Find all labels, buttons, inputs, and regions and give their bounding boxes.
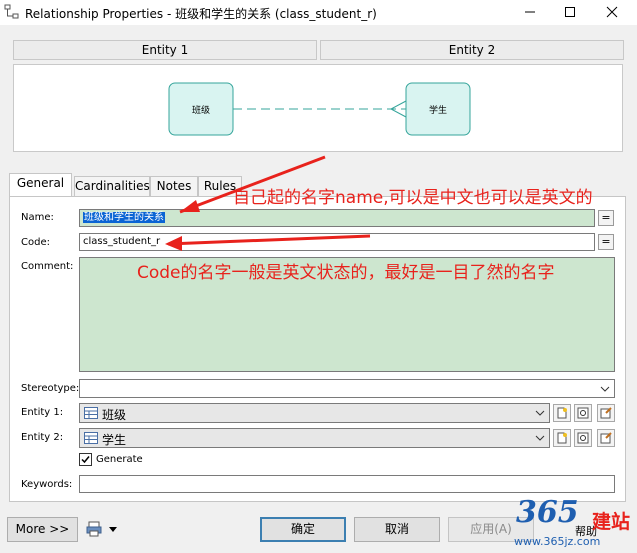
- entity2-properties-button[interactable]: [597, 429, 615, 447]
- entity-left-label: 班级: [191, 106, 210, 116]
- entity2-create-button[interactable]: [553, 429, 571, 447]
- keywords-field[interactable]: [79, 475, 615, 493]
- stereotype-select[interactable]: [79, 379, 615, 398]
- entity1-label: Entity 1:: [21, 407, 64, 418]
- table-icon: [84, 432, 98, 444]
- maximize-icon: [565, 7, 575, 17]
- comment-label: Comment:: [21, 261, 74, 272]
- close-button[interactable]: [594, 0, 630, 25]
- chevron-down-icon: [600, 386, 610, 392]
- printer-icon: [86, 521, 102, 537]
- tab-notes[interactable]: Notes: [150, 176, 198, 196]
- name-eq-button[interactable]: =: [598, 210, 614, 226]
- window-title: Relationship Properties - 班级和学生的关系 (clas…: [25, 7, 377, 21]
- relationship-diagram-svg: [168, 82, 471, 136]
- watermark-brand: 365: [516, 495, 579, 530]
- entity2-label: Entity 2:: [21, 432, 64, 443]
- table-icon: [84, 407, 98, 419]
- tab-general[interactable]: General: [9, 173, 72, 197]
- maximize-button[interactable]: [552, 0, 588, 25]
- name-annotation: 自己起的名字name,可以是中文也可以是英文的: [233, 188, 593, 208]
- name-label: Name:: [21, 212, 54, 223]
- more-button[interactable]: More >>: [7, 517, 78, 542]
- entity2-value: 学生: [102, 433, 127, 447]
- properties-icon: [600, 432, 612, 444]
- tab-cardinalities[interactable]: Cardinalities: [74, 176, 150, 196]
- entity2-select-button[interactable]: [574, 429, 592, 447]
- code-eq-button[interactable]: =: [598, 234, 614, 250]
- entity1-select[interactable]: 班级: [79, 403, 550, 423]
- watermark-logo: 365 建站 www.365jz.com: [512, 495, 636, 551]
- print-menu-button[interactable]: [86, 520, 120, 540]
- stereotype-label: Stereotype:: [21, 383, 80, 394]
- entity1-properties-button[interactable]: [597, 404, 615, 422]
- properties-icon: [600, 407, 612, 419]
- title-bar: Relationship Properties - 班级和学生的关系 (clas…: [0, 0, 637, 25]
- keywords-label: Keywords:: [21, 479, 73, 490]
- search-icon: [577, 407, 589, 419]
- relationship-diagram: 班级 学生: [13, 64, 623, 152]
- entity-right-label: 学生: [428, 106, 447, 116]
- checkmark-icon: [81, 456, 90, 464]
- generate-checkbox[interactable]: [79, 453, 92, 466]
- name-field-value: 班级和学生的关系: [83, 212, 165, 223]
- entity1-select-button[interactable]: [574, 404, 592, 422]
- entity1-create-button[interactable]: [553, 404, 571, 422]
- ok-button[interactable]: 确定: [260, 517, 346, 542]
- new-document-icon: [557, 432, 567, 444]
- code-label: Code:: [21, 237, 50, 248]
- name-field[interactable]: 班级和学生的关系: [79, 209, 595, 227]
- minimize-button[interactable]: [512, 0, 548, 25]
- code-field[interactable]: class_student_r: [79, 233, 595, 251]
- entity1-value: 班级: [102, 408, 127, 422]
- minimize-icon: [525, 11, 535, 13]
- entity2-select[interactable]: 学生: [79, 428, 550, 448]
- code-annotation: Code的名字一般是英文状态的，最好是一目了然的名字: [137, 263, 555, 283]
- entity2-header: Entity 2: [320, 40, 624, 60]
- watermark-url: www.365jz.com: [514, 535, 601, 548]
- new-document-icon: [557, 407, 567, 419]
- chevron-down-icon: [535, 410, 545, 416]
- relationship-icon: [4, 4, 19, 19]
- watermark-site-cn: 建站: [592, 511, 631, 533]
- generate-label: Generate: [96, 454, 143, 465]
- search-icon: [577, 432, 589, 444]
- cancel-button[interactable]: 取消: [354, 517, 440, 542]
- caret-down-icon: [109, 527, 117, 532]
- close-icon: [606, 6, 618, 18]
- entity1-header: Entity 1: [13, 40, 317, 60]
- chevron-down-icon: [535, 435, 545, 441]
